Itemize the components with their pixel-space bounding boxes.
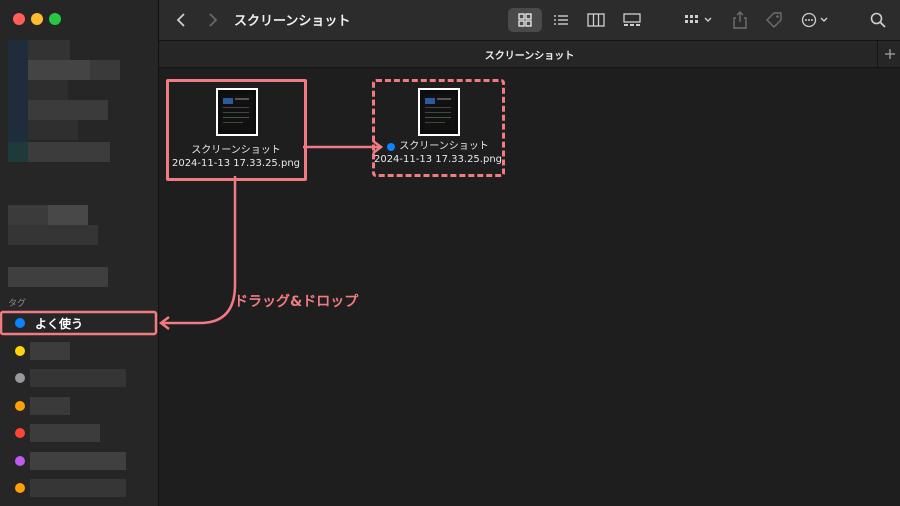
drag-drop-label: ドラッグ&ドロップ [234,294,359,310]
annotation-arrows [0,140,384,336]
curved-arrow [158,176,237,330]
right-arrow [303,140,384,154]
highlight-box [0,310,158,336]
